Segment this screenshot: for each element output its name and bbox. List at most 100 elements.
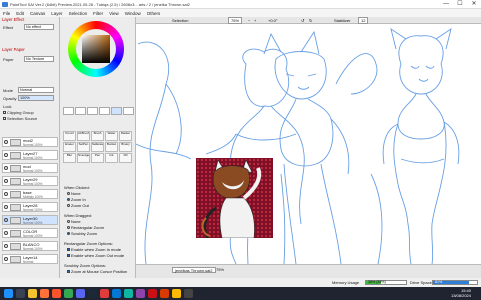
eye-icon[interactable]	[4, 192, 8, 196]
brush-slot[interactable]: Fill	[119, 153, 132, 163]
layer-row[interactable]: mod Normal 100%	[2, 163, 58, 173]
eye-icon[interactable]	[4, 140, 8, 144]
eye-icon[interactable]	[4, 244, 8, 248]
menu-window[interactable]: Window	[125, 11, 141, 16]
layer-row[interactable]: base Multiply 100%	[2, 189, 58, 199]
brush-slot[interactable]: AirBrush	[77, 131, 90, 141]
menu-filter[interactable]: Filter	[93, 11, 103, 16]
brush-slot[interactable]: Blur	[63, 153, 76, 163]
move-tool-icon[interactable]	[99, 107, 110, 115]
brush-slot[interactable]: Pencil	[63, 131, 76, 141]
eye-icon[interactable]	[4, 218, 8, 222]
rect-zoom-out-checkbox[interactable]: Enable when Zoom Out mode	[67, 253, 124, 258]
start-icon[interactable]	[4, 289, 13, 298]
layer-mode: Normal 100%	[23, 208, 43, 212]
note-icon[interactable]	[172, 289, 181, 298]
discord-icon[interactable]	[76, 289, 85, 298]
eye-icon[interactable]	[4, 179, 8, 183]
zoom-at-cursor-checkbox[interactable]: Zoom at Mouse Cursor Position	[67, 269, 127, 274]
eye-icon[interactable]	[4, 231, 8, 235]
eye-icon[interactable]	[4, 166, 8, 170]
stabilizer-select[interactable]: 12	[358, 17, 369, 24]
rotate-left-icon[interactable]: ↺	[301, 18, 304, 23]
layer-row[interactable]: mod2 Normal 100%	[2, 137, 58, 147]
layer-row[interactable]: Layer28 Normal 100%	[2, 202, 58, 212]
clipping-group-checkbox[interactable]: Clipping Group	[3, 110, 34, 115]
brush-slot[interactable]: SelPen	[77, 142, 90, 152]
brush-slot[interactable]: Pen	[91, 153, 104, 163]
lasso-tool-icon[interactable]	[75, 107, 86, 115]
brush-slot[interactable]: Binary	[119, 142, 132, 152]
zoom-field[interactable]: 75%	[228, 17, 243, 24]
brush-slot[interactable]: Brush	[91, 131, 104, 141]
opera-icon[interactable]	[148, 289, 157, 298]
firefox-icon[interactable]	[40, 289, 49, 298]
chrome-icon[interactable]	[64, 289, 73, 298]
brush-slot[interactable]: Ink	[105, 153, 118, 163]
brush-slot[interactable]: Marker	[119, 131, 132, 141]
minimize-button[interactable]: —	[439, 0, 453, 9]
brush-slot[interactable]: Water	[105, 131, 118, 141]
layer-row-selected[interactable]: Layer30 Normal 100%	[2, 215, 58, 225]
clicked-zoom-out-radio[interactable]: Zoom Out	[67, 203, 89, 208]
rotate-right-icon[interactable]: ↻	[309, 18, 312, 23]
selection-source-checkbox[interactable]: Selection Source	[3, 116, 37, 121]
menu-selection[interactable]: Selection	[69, 11, 88, 16]
dragged-rect-zoom-radio[interactable]: Rectangular Zoom	[67, 225, 104, 230]
brush-slot[interactable]: Eraser	[63, 142, 76, 152]
clicked-none-radio[interactable]: None	[67, 191, 81, 196]
menu-view[interactable]: View	[109, 11, 119, 16]
selection-toggle[interactable]: Selection	[172, 18, 188, 23]
folder-icon[interactable]	[28, 289, 37, 298]
menu-others[interactable]: Others	[147, 11, 161, 16]
mode-select[interactable]: Normal	[18, 87, 54, 93]
layer-row[interactable]: Layer14 Normal	[2, 254, 58, 264]
menu-canvas[interactable]: Canvas	[30, 11, 45, 16]
photos-icon[interactable]	[136, 289, 145, 298]
rotation-field[interactable]: +0.0°	[268, 18, 278, 23]
brush-slot[interactable]: Bucket	[105, 142, 118, 152]
terminal-icon[interactable]	[184, 289, 193, 298]
menu-layer[interactable]: Layer	[51, 11, 62, 16]
zoom-tool-icon[interactable]	[111, 107, 122, 115]
reference-image[interactable]	[196, 158, 273, 238]
dragged-scrubby-zoom-radio[interactable]: Scrubby Zoom	[67, 231, 97, 236]
saturation-value-square[interactable]	[82, 35, 110, 63]
brush-slot[interactable]: SelErase	[91, 142, 104, 152]
magic-wand-icon[interactable]	[87, 107, 98, 115]
layer-row[interactable]: Layer27 Normal 100%	[2, 150, 58, 160]
office-icon[interactable]	[160, 289, 169, 298]
layer-row[interactable]: Layer29 Normal 100%	[2, 176, 58, 186]
brave-icon[interactable]	[52, 289, 61, 298]
zoom-in-icon[interactable]: +	[254, 18, 256, 23]
layer-paper-header[interactable]: Layer Paper	[2, 47, 25, 52]
menu-edit[interactable]: Edit	[16, 11, 24, 16]
steam-icon[interactable]	[88, 289, 97, 298]
paint-icon[interactable]	[100, 289, 109, 298]
mail-icon[interactable]	[112, 289, 121, 298]
eye-icon[interactable]	[4, 257, 8, 261]
opacity-slider[interactable]: 100%	[18, 95, 54, 101]
edge-icon[interactable]	[124, 289, 133, 298]
paper-select[interactable]: No Texture	[24, 56, 54, 62]
menu-file[interactable]: File	[3, 11, 10, 16]
rect-zoom-in-checkbox[interactable]: Enable when Zoom In mode	[67, 247, 121, 252]
canvas[interactable]	[136, 24, 481, 264]
maximize-button[interactable]: ☐	[453, 0, 467, 9]
hand-tool-icon[interactable]	[123, 107, 134, 115]
layer-row[interactable]: BLANCO Normal 100%	[2, 241, 58, 251]
close-button[interactable]: ✕	[467, 0, 481, 9]
document-tab[interactable]: jenelkas Thrown.sai2	[172, 267, 216, 273]
layer-row[interactable]: COLOR Normal 100%	[2, 228, 58, 238]
search-icon[interactable]	[16, 289, 25, 298]
effect-select[interactable]: No effect	[24, 24, 54, 30]
dragged-none-radio[interactable]: None	[67, 219, 81, 224]
layer-effect-header[interactable]: Layer Effect	[2, 17, 24, 22]
select-tool-icon[interactable]	[63, 107, 74, 115]
zoom-out-icon[interactable]: −	[248, 18, 250, 23]
clicked-zoom-in-radio[interactable]: Zoom In	[67, 197, 86, 202]
eye-icon[interactable]	[4, 205, 8, 209]
clock[interactable]: 15:40 13/08/2024	[451, 288, 471, 298]
brush-slot[interactable]: Smudge	[77, 153, 90, 163]
eye-icon[interactable]	[4, 153, 8, 157]
